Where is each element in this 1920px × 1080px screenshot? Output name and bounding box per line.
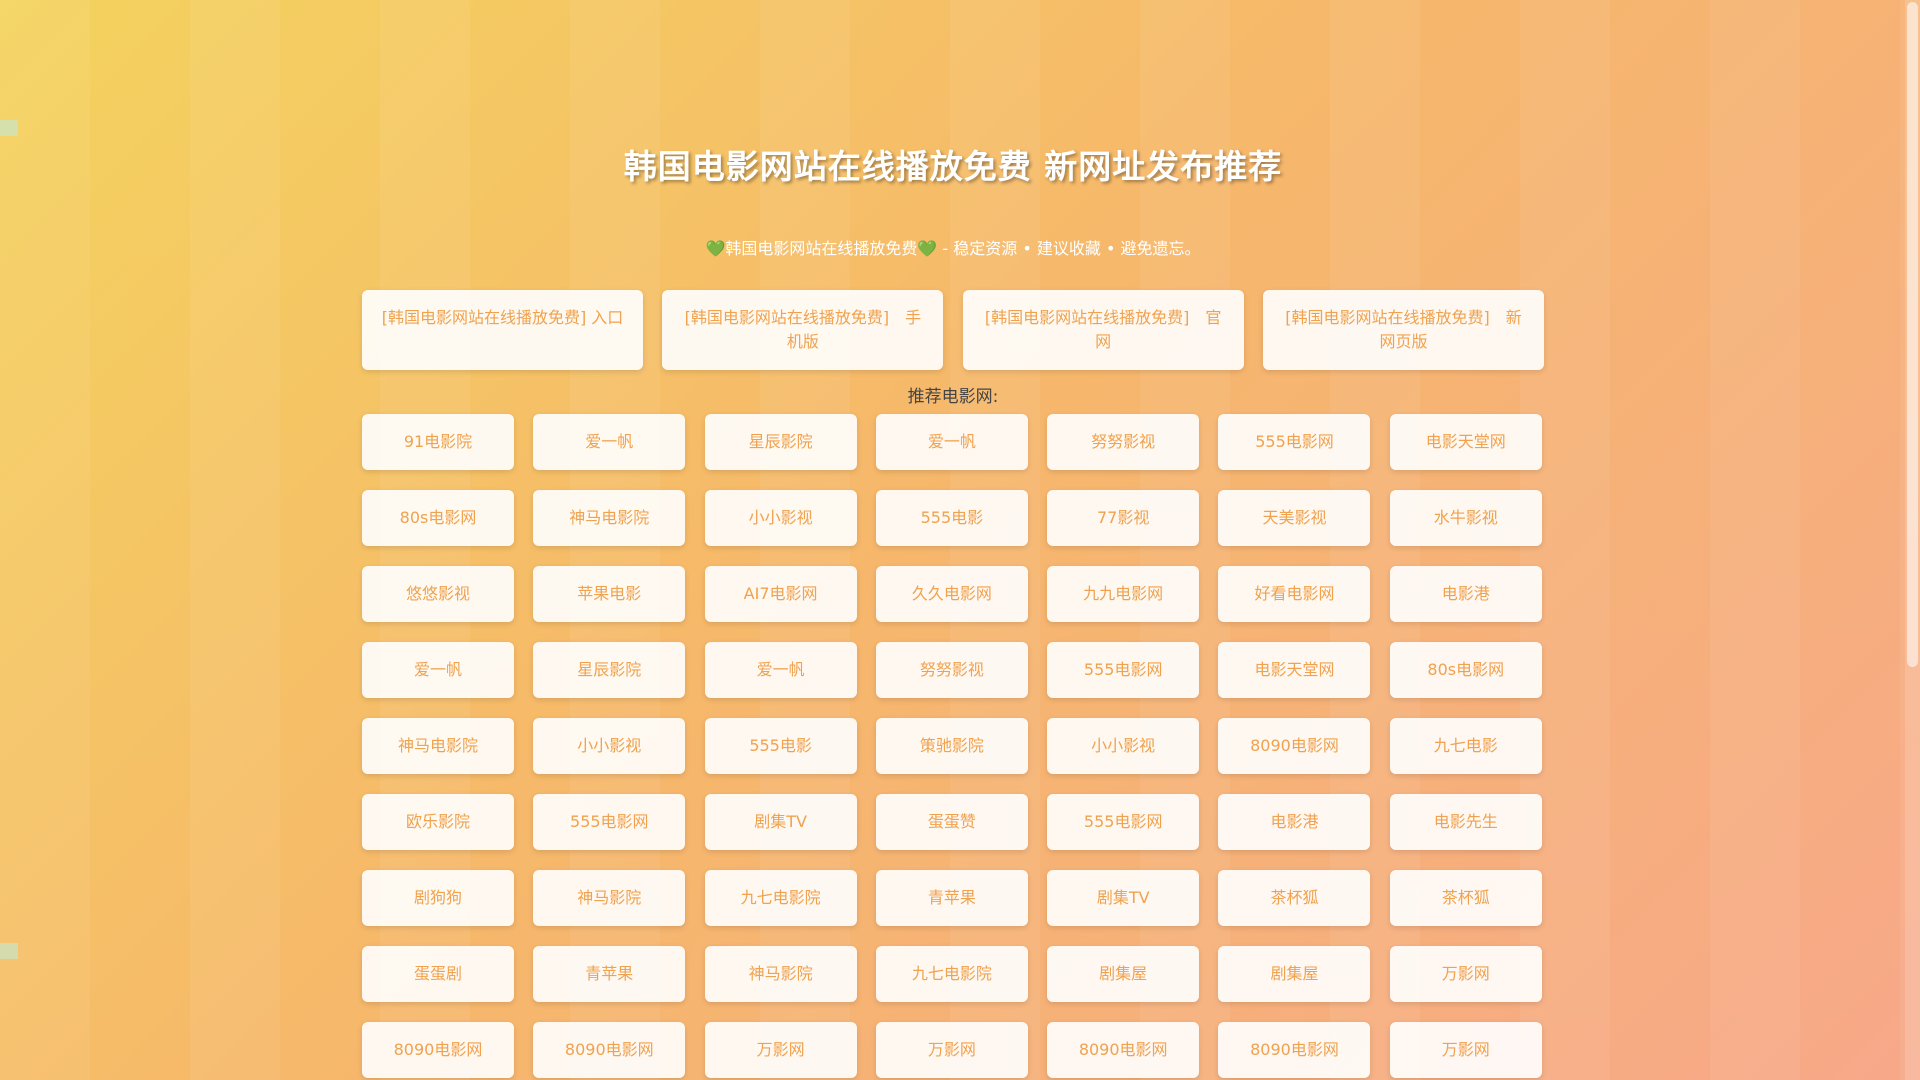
recommend-site-link[interactable]: 神马影院 <box>704 946 857 1002</box>
recommend-site-link[interactable]: 星辰影院 <box>704 414 857 470</box>
scrollbar[interactable] <box>1905 0 1920 1080</box>
recommend-site-link[interactable]: 剧集TV <box>1047 870 1200 926</box>
recommend-site-link[interactable]: 77影视 <box>1047 490 1200 546</box>
recommend-site-link[interactable]: 万影网 <box>1389 1022 1542 1078</box>
recommend-site-link[interactable]: 九七电影 <box>1389 718 1542 774</box>
entry-link-official[interactable]: [韩国电影网站在线播放免费] 官网 <box>962 290 1244 370</box>
recommend-site-link[interactable]: 蛋蛋赞 <box>875 794 1028 850</box>
recommend-site-link[interactable]: 努努影视 <box>875 642 1028 698</box>
recommend-site-link[interactable]: 青苹果 <box>875 870 1028 926</box>
heart-icon: 💚 <box>917 239 938 258</box>
recommend-site-link[interactable]: 剧狗狗 <box>362 870 514 926</box>
recommend-site-link[interactable]: 神马电影院 <box>362 718 514 774</box>
recommend-site-link[interactable]: 555电影网 <box>1047 642 1200 698</box>
entry-links: [韩国电影网站在线播放免费] 入口 [韩国电影网站在线播放免费] 手机版 [韩国… <box>362 290 1544 370</box>
recommend-site-link[interactable]: 小小影视 <box>704 490 857 546</box>
recommend-grid: 91电影院 爱一帆 星辰影院 爱一帆 努努影视 555电影网 电影天堂网 80s电影网 神马电影… <box>362 414 1544 1078</box>
recommend-site-link[interactable]: 神马电影院 <box>533 490 686 546</box>
recommend-site-link[interactable]: 九七电影院 <box>875 946 1028 1002</box>
recommend-site-link[interactable]: 80s电影网 <box>1389 642 1542 698</box>
recommend-site-link[interactable]: 8090电影网 <box>362 1022 514 1078</box>
entry-link-mobile[interactable]: [韩国电影网站在线播放免费] 手机版 <box>662 290 944 370</box>
side-marker-icon <box>0 120 18 136</box>
side-marker-icon <box>0 943 18 959</box>
recommend-site-link[interactable]: 555电影网 <box>533 794 686 850</box>
recommend-site-link[interactable]: 电影先生 <box>1389 794 1542 850</box>
recommend-site-link[interactable]: 爱一帆 <box>362 642 514 698</box>
recommend-site-link[interactable]: 555电影 <box>704 718 857 774</box>
recommend-site-link[interactable]: 小小影视 <box>533 718 686 774</box>
recommend-site-link[interactable]: 水牛影视 <box>1389 490 1542 546</box>
subtitle: 💚韩国电影网站在线播放免费💚 - 稳定资源 • 建议收藏 • 避免遗忘。 <box>362 235 1544 259</box>
recommend-site-link[interactable]: 神马影院 <box>533 870 686 926</box>
subtitle-site-name: 韩国电影网站在线播放免费 <box>725 239 918 258</box>
recommend-site-link[interactable]: 剧集屋 <box>1047 946 1200 1002</box>
recommend-site-link[interactable]: 欧乐影院 <box>362 794 514 850</box>
recommend-site-link[interactable]: 8090电影网 <box>1218 1022 1371 1078</box>
recommend-site-link[interactable]: 80s电影网 <box>362 490 514 546</box>
subtitle-tagline: - 稳定资源 • 建议收藏 • 避免遗忘。 <box>937 239 1201 258</box>
recommend-site-link[interactable]: 星辰影院 <box>533 642 686 698</box>
recommend-site-link[interactable]: 555电影网 <box>1047 794 1200 850</box>
recommend-site-link[interactable]: 555电影 <box>875 490 1028 546</box>
recommend-site-link[interactable]: 苹果电影 <box>533 566 686 622</box>
recommend-site-link[interactable]: 久久电影网 <box>875 566 1028 622</box>
page-title: 韩国电影网站在线播放免费 新网址发布推荐 <box>623 147 1283 186</box>
recommend-site-link[interactable]: 爱一帆 <box>533 414 686 470</box>
recommend-site-link[interactable]: 万影网 <box>1389 946 1542 1002</box>
recommend-site-link[interactable]: 爱一帆 <box>875 414 1028 470</box>
recommend-site-link[interactable]: 电影天堂网 <box>1218 642 1371 698</box>
recommend-site-link[interactable]: 爱一帆 <box>704 642 857 698</box>
recommend-site-link[interactable]: 好看电影网 <box>1218 566 1371 622</box>
recommend-site-link[interactable]: 电影港 <box>1218 794 1371 850</box>
recommend-site-link[interactable]: 九七电影院 <box>704 870 857 926</box>
recommend-site-link[interactable]: 8090电影网 <box>1047 1022 1200 1078</box>
recommend-site-link[interactable]: 策驰影院 <box>875 718 1028 774</box>
recommend-site-link[interactable]: 努努影视 <box>1047 414 1200 470</box>
recommend-site-link[interactable]: 万影网 <box>875 1022 1028 1078</box>
entry-link-new-web[interactable]: [韩国电影网站在线播放免费] 新网页版 <box>1262 290 1544 370</box>
scrollbar-thumb[interactable] <box>1907 2 1918 667</box>
recommend-site-link[interactable]: 万影网 <box>704 1022 857 1078</box>
heart-icon: 💚 <box>705 239 726 258</box>
recommend-site-link[interactable]: 8090电影网 <box>533 1022 686 1078</box>
recommend-site-link[interactable]: 剧集TV <box>704 794 857 850</box>
recommend-label: 推荐电影网: <box>907 387 999 407</box>
recommend-site-link[interactable]: 小小影视 <box>1047 718 1200 774</box>
recommend-site-link[interactable]: 剧集屋 <box>1218 946 1371 1002</box>
recommend-site-link[interactable]: 九九电影网 <box>1047 566 1200 622</box>
recommend-site-link[interactable]: 茶杯狐 <box>1218 870 1371 926</box>
recommend-site-link[interactable]: 电影天堂网 <box>1389 414 1542 470</box>
recommend-site-link[interactable]: 91电影院 <box>362 414 514 470</box>
recommend-site-link[interactable]: 青苹果 <box>533 946 686 1002</box>
recommend-site-link[interactable]: 电影港 <box>1389 566 1542 622</box>
entry-link-portal[interactable]: [韩国电影网站在线播放免费] 入口 <box>362 290 643 370</box>
recommend-site-link[interactable]: 天美影视 <box>1218 490 1371 546</box>
recommend-site-link[interactable]: 555电影网 <box>1218 414 1371 470</box>
recommend-site-link[interactable]: 蛋蛋剧 <box>362 946 514 1002</box>
recommend-site-link[interactable]: AI7电影网 <box>704 566 857 622</box>
recommend-site-link[interactable]: 悠悠影视 <box>362 566 514 622</box>
recommend-site-link[interactable]: 茶杯狐 <box>1389 870 1542 926</box>
recommend-site-link[interactable]: 8090电影网 <box>1218 718 1371 774</box>
